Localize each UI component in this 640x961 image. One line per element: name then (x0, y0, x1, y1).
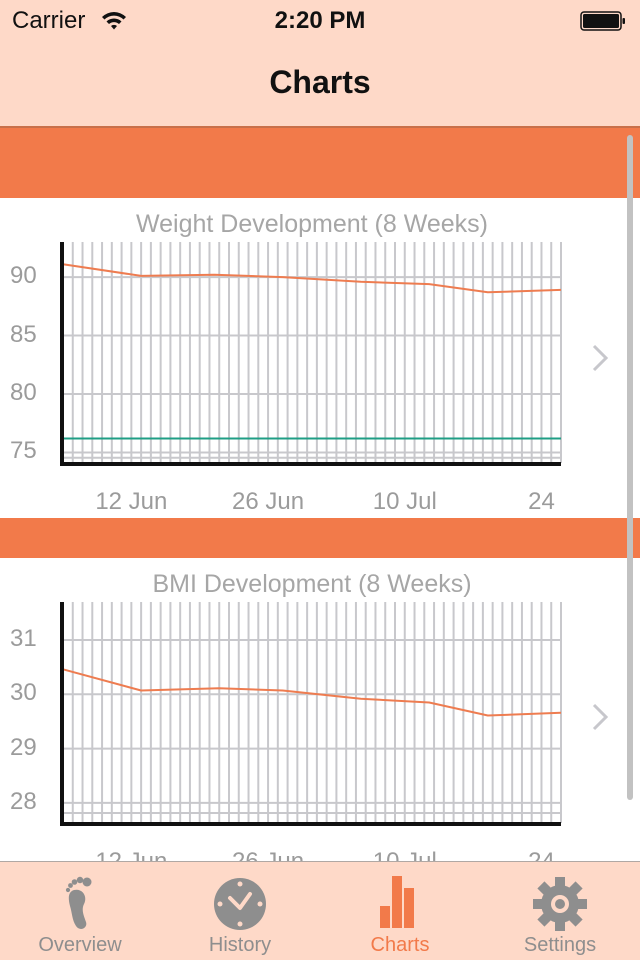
tab-label: Charts (320, 934, 480, 957)
charts-canvas (0, 0, 640, 960)
tab-history[interactable]: History (160, 862, 320, 961)
tab-charts[interactable]: Charts (320, 862, 480, 961)
series-line (63, 264, 561, 292)
tab-label: Overview (0, 934, 160, 957)
tab-overview[interactable]: Overview (0, 862, 160, 961)
bar-chart-icon (370, 872, 430, 932)
tab-bar: Overview History Charts (0, 861, 640, 960)
gear-icon (530, 872, 590, 932)
tab-label: History (160, 934, 320, 957)
clock-icon (210, 872, 270, 932)
series-line (63, 669, 561, 715)
footprint-icon (50, 872, 110, 932)
tab-settings[interactable]: Settings (480, 862, 640, 961)
scrollbar[interactable] (627, 135, 633, 800)
tab-label: Settings (480, 934, 640, 957)
